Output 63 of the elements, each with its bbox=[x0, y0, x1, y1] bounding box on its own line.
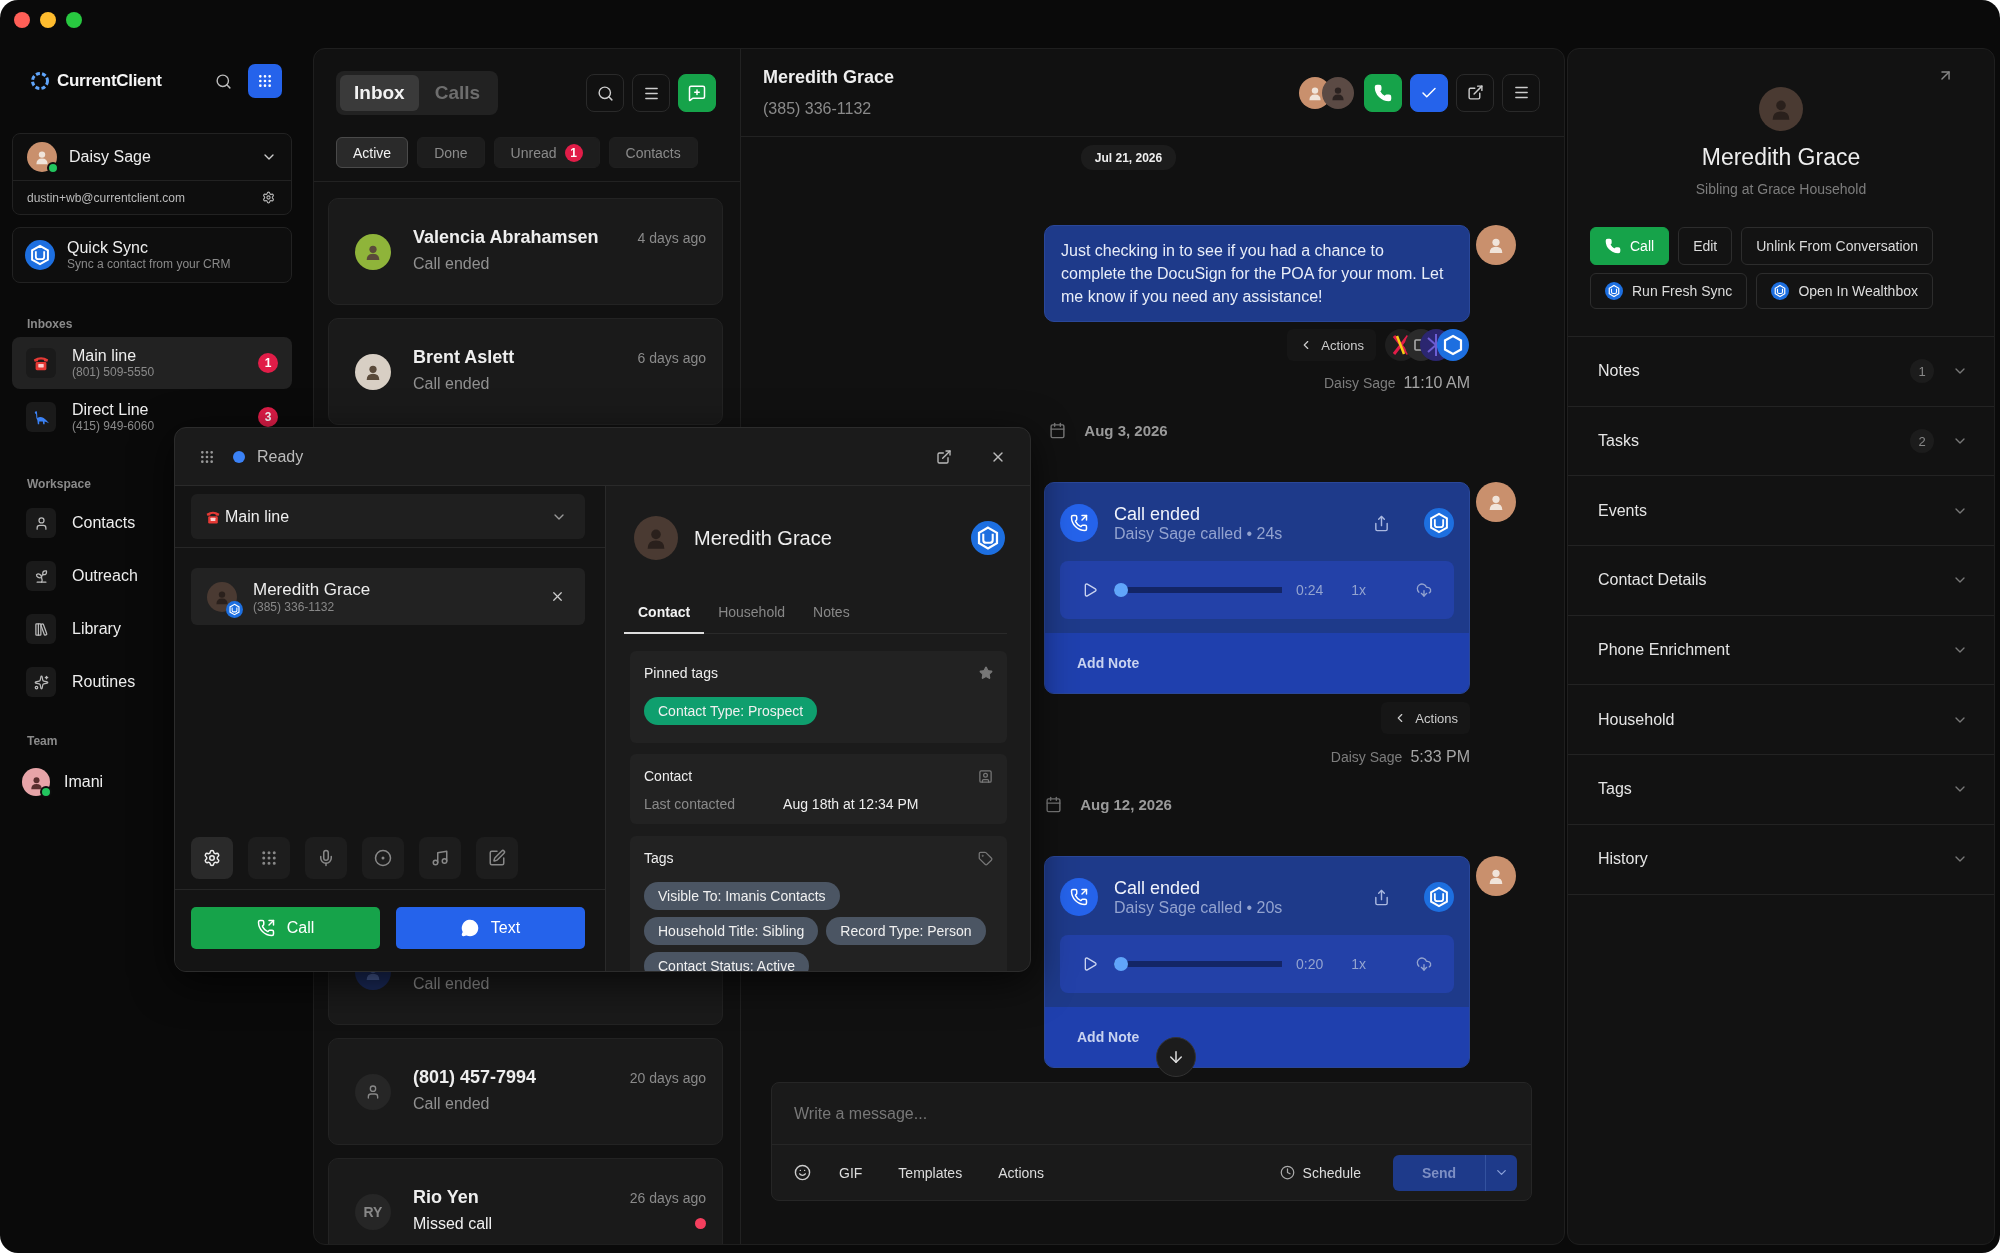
tag-pill: Contact Type: Prospect bbox=[644, 697, 818, 725]
conversation-title: Meredith Grace bbox=[763, 67, 895, 88]
quick-sync-title: Quick Sync bbox=[67, 239, 149, 257]
count-badge: 2 bbox=[1910, 429, 1934, 454]
contact-name: Meredith Grace bbox=[694, 526, 833, 550]
call-summary: Daisy Sage called • 24s bbox=[1114, 524, 1284, 543]
contact-subtitle: Sibling at Grace Household bbox=[1695, 181, 1867, 197]
message-time: 5:33 PM bbox=[1410, 748, 1470, 766]
sender-name: Daisy Sage bbox=[1324, 375, 1396, 391]
contact-name: Rio Yen bbox=[413, 1186, 479, 1208]
call-title: Call ended bbox=[1114, 503, 1202, 525]
quick-sync-subtitle: Sync a contact from your CRM bbox=[67, 257, 231, 271]
recipient-phone: (385) 336-1132 bbox=[253, 599, 336, 614]
card-title: Tags bbox=[644, 850, 674, 866]
conversation-preview: Call ended bbox=[413, 974, 490, 993]
recipient-name: Meredith Grace bbox=[253, 579, 372, 600]
tag-pill: Visible To: Imanis Contacts bbox=[644, 882, 840, 910]
conversation-preview: Call ended bbox=[413, 1094, 490, 1113]
user-email: dustin+wb@currentclient.com bbox=[27, 190, 185, 205]
card-title: Pinned tags bbox=[644, 665, 718, 681]
tag-pill: Contact Status: Active bbox=[644, 952, 809, 971]
conversation-time: 20 days ago bbox=[629, 1069, 706, 1086]
call-summary: Daisy Sage called • 20s bbox=[1114, 898, 1284, 917]
inbox-name: Direct Line bbox=[72, 401, 150, 419]
audio-time: 0:20 bbox=[1295, 956, 1324, 972]
conversation-time: 4 days ago bbox=[637, 229, 706, 246]
card-title: Contact bbox=[644, 768, 693, 784]
sender-name: Daisy Sage bbox=[1330, 749, 1403, 765]
section-heading: Workspace bbox=[26, 477, 92, 491]
field-label: Last contacted bbox=[644, 796, 736, 812]
inbox-name: Main line bbox=[72, 347, 138, 365]
count-badge: 1 bbox=[1910, 359, 1934, 384]
field-value: Aug 18th at 12:34 PM bbox=[783, 796, 919, 812]
call-title: Call ended bbox=[1114, 877, 1202, 899]
date-label: Aug 12, 2026 bbox=[1080, 796, 1172, 813]
brand-name: CurrentClient bbox=[57, 71, 162, 91]
status-label: Ready bbox=[257, 447, 304, 466]
unread-badge: 1 bbox=[564, 143, 583, 162]
user-name: Daisy Sage bbox=[69, 148, 151, 166]
audio-time: 0:24 bbox=[1295, 582, 1324, 598]
avatar: RY bbox=[355, 1193, 391, 1230]
conversation-phone: (385) 336-1132 bbox=[763, 100, 873, 118]
inbox-phone: (415) 949-6060 bbox=[72, 419, 156, 433]
message-time: 11:10 AM bbox=[1403, 374, 1470, 392]
conversation-preview: Call ended bbox=[413, 374, 490, 393]
inbox-phone: (801) 509-5550 bbox=[72, 365, 156, 379]
message-bubble: Just checking in to see if you had a chance to complete the DocuSign for the POA for your mom. Let me know if you need any assistance! bbox=[1044, 225, 1470, 322]
tag-pill: Record Type: Person bbox=[826, 917, 986, 945]
contact-name: Meredith Grace bbox=[1701, 144, 1861, 171]
unread-badge: 1 bbox=[258, 353, 278, 373]
unread-badge: 3 bbox=[258, 407, 278, 427]
conversation-time: 26 days ago bbox=[629, 1189, 706, 1206]
section-heading: Inboxes bbox=[26, 317, 74, 331]
contact-name: Brent Aslett bbox=[413, 346, 515, 368]
conversation-preview: Missed call bbox=[413, 1214, 493, 1233]
conversation-preview: Call ended bbox=[413, 254, 490, 273]
contact-name: (801) 457-7994 bbox=[413, 1066, 537, 1088]
conversation-time: 6 days ago bbox=[637, 349, 706, 366]
tag-pill: Household Title: Sibling bbox=[644, 917, 819, 945]
section-heading: Team bbox=[26, 734, 59, 748]
date-label: Aug 3, 2026 bbox=[1084, 422, 1168, 439]
date-chip: Jul 21, 2026 bbox=[1080, 145, 1177, 170]
contact-name: Valencia Abrahamsen bbox=[413, 226, 599, 248]
